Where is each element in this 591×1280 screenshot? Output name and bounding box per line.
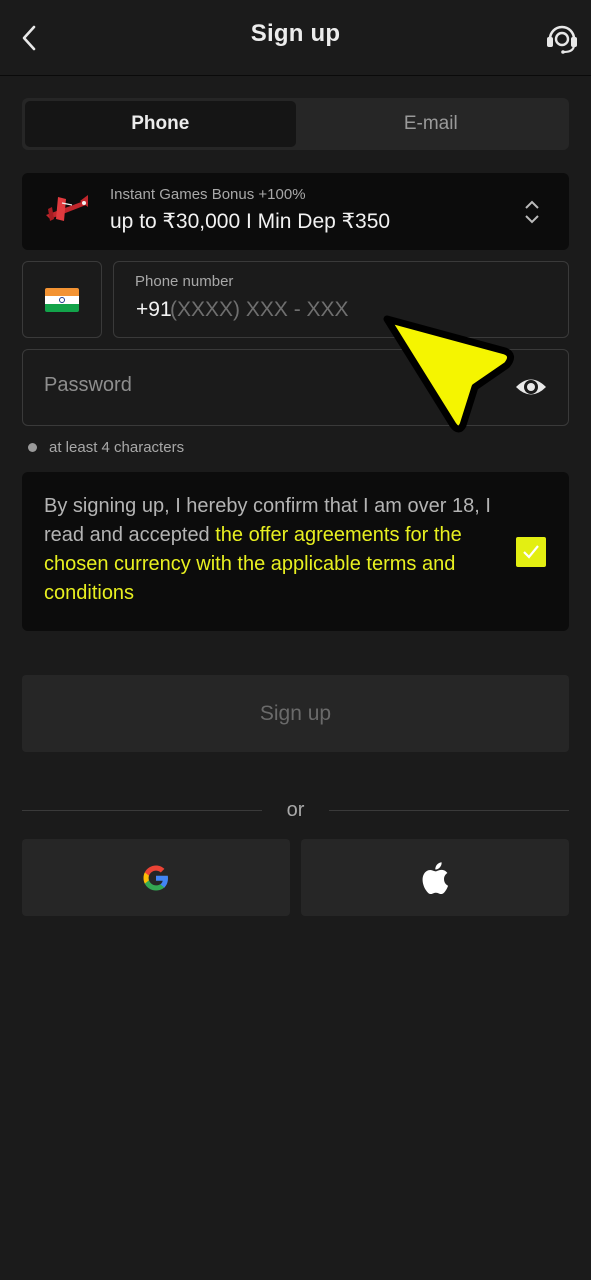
airplane-icon <box>46 195 88 221</box>
bonus-subtitle: Instant Games Bonus +100% <box>110 186 306 203</box>
yellow-pointer-arrow-icon <box>383 315 514 433</box>
checkmark-icon <box>523 545 539 559</box>
password-hint-text: at least 4 characters <box>49 439 185 456</box>
password-placeholder: Password <box>44 374 132 396</box>
terms-checkbox[interactable] <box>516 537 546 567</box>
apple-signin-button[interactable] <box>301 839 569 916</box>
apple-icon <box>422 861 449 894</box>
terms-box: By signing up, I hereby confirm that I a… <box>22 472 569 631</box>
google-icon <box>143 865 168 890</box>
tab-email[interactable]: E-mail <box>296 101 567 147</box>
support-button[interactable] <box>543 20 581 56</box>
terms-text: By signing up, I hereby confirm that I a… <box>44 492 504 608</box>
headset-support-icon <box>547 25 577 54</box>
country-code-selector[interactable] <box>22 261 102 338</box>
page-title: Sign up <box>250 20 341 47</box>
phone-mask-placeholder: (XXXX) XXX - XXX <box>170 298 349 321</box>
phone-number-label: Phone number <box>135 273 234 290</box>
or-divider: or <box>22 797 569 825</box>
bonus-title: up to ₹30,000 I Min Dep ₹350 <box>110 210 391 233</box>
signup-method-tabs: Phone E-mail <box>22 98 569 150</box>
header: Sign up <box>0 0 591 76</box>
chevron-up-down-icon <box>525 200 539 224</box>
password-hint: at least 4 characters <box>28 439 184 456</box>
bullet-icon <box>28 443 37 452</box>
signup-button[interactable]: Sign up <box>22 675 569 752</box>
bonus-selector[interactable]: Instant Games Bonus +100% up to ₹30,000 … <box>22 173 569 250</box>
india-flag-icon <box>45 287 79 312</box>
phone-prefix: +91 <box>136 298 172 321</box>
tab-phone[interactable]: Phone <box>25 101 296 147</box>
google-signin-button[interactable] <box>22 839 290 916</box>
